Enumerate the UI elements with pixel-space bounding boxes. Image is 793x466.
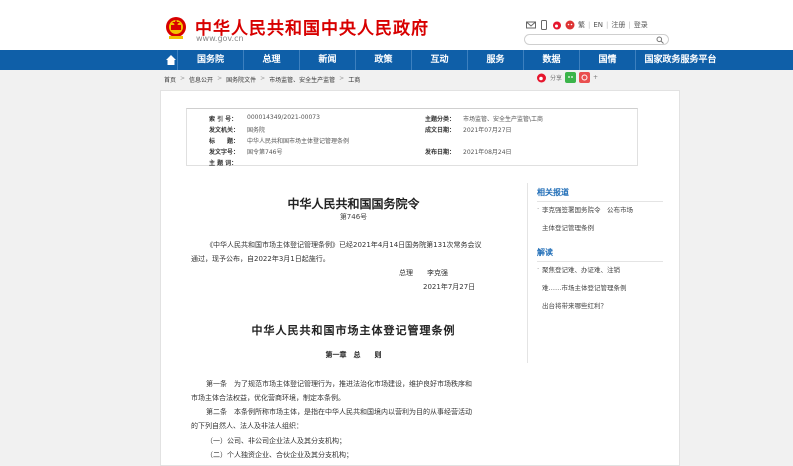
analysis-link[interactable]: 出台将带来哪些红利？: [542, 301, 607, 312]
english-link[interactable]: EN: [593, 21, 603, 29]
doc-no-label: 发文字号：: [209, 149, 240, 156]
subject-label: 主 题 词：: [209, 160, 238, 167]
meta-row: 标 题： 中华人民共和国市场主体登记管理条例: [187, 136, 637, 146]
title-value: 中华人民共和国市场主体登记管理条例: [247, 138, 350, 145]
date-written-label: 成文日期：: [425, 127, 456, 134]
article-paragraph: 第二条 本条例所称市场主体，是指在中华人民共和国境内以营利为目的从事经营活动: [206, 408, 472, 416]
separator: |: [606, 21, 609, 29]
meta-row: 发文字号： 国令第746号 发布日期： 2021年08月24日: [187, 147, 637, 157]
breadcrumb-separator: >: [339, 75, 345, 82]
more-share-icon[interactable]: [579, 72, 591, 83]
top-links: 繁 | EN | 注册 | 登录: [526, 19, 648, 31]
breadcrumb-item[interactable]: 首页: [164, 75, 176, 84]
breadcrumb-bar: 首页 > 信息公开 > 国务院文件 > 市场监管、安全生产监管 > 工商: [160, 70, 680, 90]
nav-item[interactable]: 国情: [579, 50, 635, 70]
meta-row: 索 引 号： 000014349/2021-00073 主题分类： 市场监管、安…: [187, 114, 637, 124]
breadcrumb: 首页 > 信息公开 > 国务院文件 > 市场监管、安全生产监管 > 工商: [164, 75, 360, 84]
intro-line: 通过，现予公布，自2022年3月1日起施行。: [191, 255, 330, 263]
document-meta-table: 索 引 号： 000014349/2021-00073 主题分类： 市场监管、安…: [186, 108, 638, 168]
site-url: www.gov.cn: [196, 34, 244, 43]
related-link[interactable]: 李克强签署国务院令 公布市场: [542, 205, 633, 216]
nav-item[interactable]: 政策: [355, 50, 411, 70]
traditional-link[interactable]: 繁: [578, 20, 585, 30]
chapter-heading: 第一章 总 则: [325, 351, 382, 359]
home-icon[interactable]: [165, 50, 177, 70]
main-nav: 国务院 总理 新闻 政策 互动 服务 数据 国情 国家政务服务平台: [0, 50, 793, 70]
order-number: 第746号: [339, 213, 368, 221]
share-label: 分享: [550, 75, 563, 82]
nav-item[interactable]: 互动: [411, 50, 467, 70]
breadcrumb-item[interactable]: 信息公开: [189, 75, 213, 84]
nav-item[interactable]: 新闻: [299, 50, 355, 70]
index-value: 000014349/2021-00073: [247, 114, 320, 121]
breadcrumb-item[interactable]: 市场监管、安全生产监管: [269, 75, 335, 84]
divider: [537, 201, 663, 202]
more-share-plus[interactable]: +: [593, 74, 598, 81]
signing-date: 2021年7月27日: [423, 283, 476, 291]
category-label: 主题分类：: [425, 116, 456, 123]
article-paragraph: 市场主体合法权益，优化营商环境，制定本条例。: [191, 394, 345, 402]
date-written-value: 2021年07月27日: [463, 127, 512, 134]
weibo-icon[interactable]: [552, 20, 562, 30]
article-page: 索 引 号： 000014349/2021-00073 主题分类： 市场监管、安…: [160, 90, 680, 466]
login-link[interactable]: 登录: [634, 20, 648, 30]
breadcrumb-separator: >: [217, 75, 223, 82]
analysis-link[interactable]: 聚焦登记难、办证难、注销: [542, 265, 620, 276]
wechat-share-icon[interactable]: [565, 72, 577, 83]
index-label: 索 引 号：: [209, 116, 238, 123]
list-item: （一）公司、非公司企业法人及其分支机构；: [206, 437, 346, 445]
nav-item[interactable]: 国家政务服务平台: [635, 50, 725, 70]
separator: |: [588, 21, 591, 29]
analysis-heading: 解读: [537, 248, 553, 257]
meta-row: 主 题 词：: [187, 158, 637, 168]
sidebar: 相关报道 · 李克强签署国务院令 公布市场 主体登记管理条例 解读 · 聚焦登记…: [527, 183, 667, 363]
title-label: 标 题：: [209, 138, 240, 145]
bullet-icon: ·: [537, 265, 540, 273]
divider: [537, 261, 663, 262]
wechat-icon[interactable]: [565, 20, 575, 30]
issuer-label: 发文机关：: [209, 127, 240, 134]
doc-no-value: 国令第746号: [247, 149, 283, 156]
separator: |: [628, 21, 631, 29]
regulation-title: 中华人民共和国市场主体登记管理条例: [251, 324, 456, 337]
weibo-share-icon[interactable]: [536, 72, 547, 83]
article-paragraph: 的下列自然人、法人及非法人组织：: [191, 422, 303, 430]
nav-home[interactable]: [165, 50, 177, 70]
meta-row: 发文机关： 国务院 成文日期： 2021年07月27日: [187, 125, 637, 135]
breadcrumb-item[interactable]: 国务院文件: [226, 75, 256, 84]
article-body: 中华人民共和国国务院令 第746号 《中华人民共和国市场主体登记管理条例》已经2…: [181, 187, 526, 466]
nav-item[interactable]: 数据: [523, 50, 579, 70]
nav-item[interactable]: 服务: [467, 50, 523, 70]
share-bar: 分享 +: [536, 72, 598, 83]
main-nav-items: 国务院 总理 新闻 政策 互动 服务 数据 国情 国家政务服务平台: [165, 50, 725, 70]
issuer-value: 国务院: [247, 127, 266, 134]
article-paragraph: 第一条 为了规范市场主体登记管理行为，推进法治化市场建设，维护良好市场秩序和: [206, 380, 472, 388]
intro-line: 《中华人民共和国市场主体登记管理条例》已经2021年4月14日国务院第131次常…: [206, 241, 482, 249]
related-link[interactable]: 主体登记管理条例: [542, 223, 594, 234]
breadcrumb-separator: >: [180, 75, 186, 82]
site-header: 中华人民共和国中央人民政府 www.gov.cn 繁 | EN | 注册 | 登…: [0, 0, 793, 54]
list-item: （二）个人独资企业、合伙企业及其分支机构；: [206, 451, 353, 459]
mail-icon[interactable]: [526, 20, 536, 30]
category-value: 市场监管、安全生产监管\工商: [463, 116, 544, 123]
pub-date-label: 发布日期：: [425, 149, 456, 156]
related-heading: 相关报道: [537, 188, 569, 197]
breadcrumb-separator: >: [260, 75, 266, 82]
breadcrumb-item[interactable]: 工商: [348, 75, 360, 84]
mobile-icon[interactable]: [539, 20, 549, 30]
premier-signature: 总理 李克强: [399, 269, 448, 277]
nav-item[interactable]: 总理: [243, 50, 299, 70]
register-link[interactable]: 注册: [611, 20, 625, 30]
order-title: 中华人民共和国国务院令: [287, 197, 420, 211]
national-emblem-icon: [166, 17, 186, 39]
nav-item[interactable]: 国务院: [177, 50, 243, 70]
pub-date-value: 2021年08月24日: [463, 149, 512, 156]
analysis-link[interactable]: 难……市场主体登记管理条例: [542, 283, 627, 294]
bullet-icon: ·: [537, 205, 540, 213]
search-box[interactable]: [524, 34, 669, 54]
search-icon[interactable]: [656, 36, 664, 44]
